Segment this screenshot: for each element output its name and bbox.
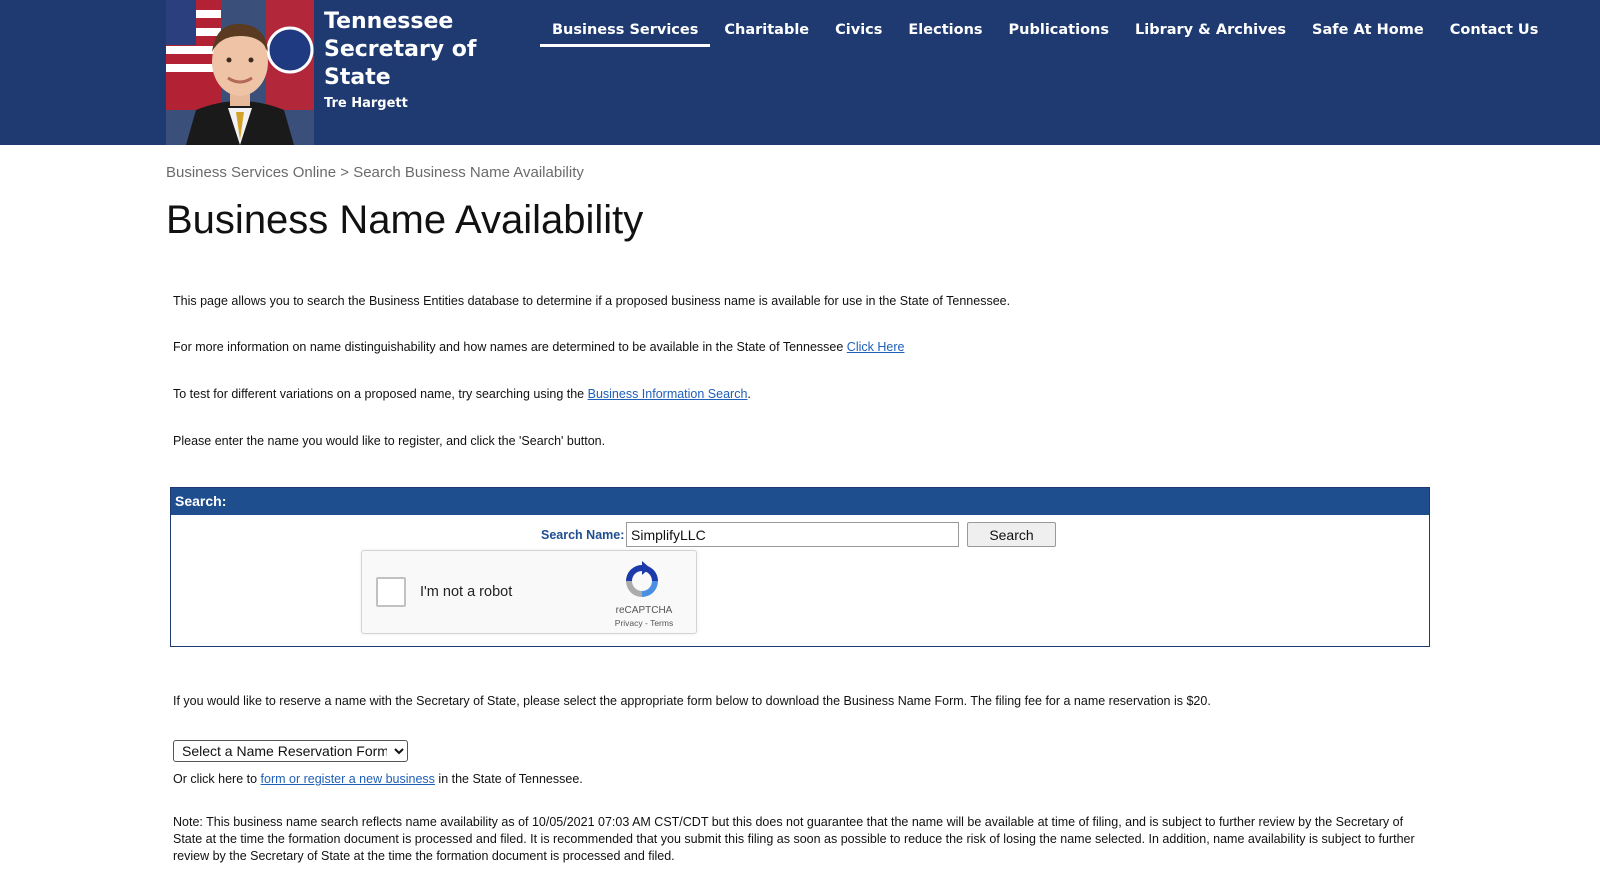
breadcrumb-current: Search Business Name Availability xyxy=(353,164,584,181)
click-here-link[interactable]: Click Here xyxy=(847,340,905,354)
nav-charitable[interactable]: Charitable xyxy=(712,20,821,47)
nav-publications[interactable]: Publications xyxy=(997,20,1121,47)
nav-civics[interactable]: Civics xyxy=(823,20,894,47)
portrait-image xyxy=(166,0,314,145)
page-title: Business Name Availability xyxy=(166,198,644,242)
site-title[interactable]: Tennessee Secretary of State xyxy=(324,8,484,92)
site-header: Tennessee Secretary of State Tre Hargett… xyxy=(0,0,1600,145)
name-reservation-form-select[interactable]: Select a Name Reservation Form xyxy=(173,740,408,762)
reserve-paragraph: If you would like to reserve a name with… xyxy=(173,694,1211,708)
register-text-end: in the State of Tennessee. xyxy=(438,772,583,786)
recaptcha-logo-icon xyxy=(626,561,658,597)
variations-paragraph: To test for different variations on a pr… xyxy=(173,387,751,401)
recaptcha-label: I'm not a robot xyxy=(420,584,513,600)
nav-contact-us[interactable]: Contact Us xyxy=(1438,20,1551,47)
instructions-paragraph: Please enter the name you would like to … xyxy=(173,434,606,448)
distinguishability-text: For more information on name distinguish… xyxy=(173,340,844,354)
secretary-portrait xyxy=(166,0,314,145)
recaptcha-checkbox[interactable] xyxy=(376,577,406,607)
site-subtitle: Tre Hargett xyxy=(324,96,408,111)
recaptcha-terms[interactable]: Privacy - Terms xyxy=(602,618,686,628)
recaptcha-widget: I'm not a robot reCAPTCHA Privacy - Term… xyxy=(361,550,697,634)
nav-safe-at-home[interactable]: Safe At Home xyxy=(1300,20,1436,47)
recaptcha-brand: reCAPTCHA xyxy=(615,605,673,616)
nav-elections[interactable]: Elections xyxy=(896,20,994,47)
register-paragraph: Or click here to form or register a new … xyxy=(173,772,583,786)
search-panel: Search: Search Name: Search I'm not a ro… xyxy=(170,487,1430,647)
brand[interactable]: Tennessee Secretary of State Tre Hargett xyxy=(324,8,484,111)
variations-text: To test for different variations on a pr… xyxy=(173,387,585,401)
distinguishability-paragraph: For more information on name distinguish… xyxy=(173,340,904,354)
breadcrumb-separator: > xyxy=(340,164,350,181)
breadcrumb-root[interactable]: Business Services Online xyxy=(166,164,336,181)
nav-library-archives[interactable]: Library & Archives xyxy=(1123,20,1298,47)
business-information-search-link[interactable]: Business Information Search xyxy=(588,387,748,401)
search-button[interactable]: Search xyxy=(967,522,1056,547)
search-name-input[interactable] xyxy=(626,522,959,547)
variations-period: . xyxy=(747,387,751,401)
register-new-business-link[interactable]: form or register a new business xyxy=(261,772,435,786)
search-panel-header: Search: xyxy=(171,488,1429,515)
intro-paragraph: This page allows you to search the Busin… xyxy=(173,294,1011,308)
search-name-label: Search Name: xyxy=(541,528,625,542)
availability-note: Note: This business name search reflects… xyxy=(173,815,1415,863)
register-text: Or click here to xyxy=(173,772,258,786)
nav-business-services[interactable]: Business Services xyxy=(540,20,711,47)
breadcrumb: Business Services Online > Search Busine… xyxy=(166,164,584,181)
main-nav: Business Services Charitable Civics Elec… xyxy=(540,20,1552,47)
